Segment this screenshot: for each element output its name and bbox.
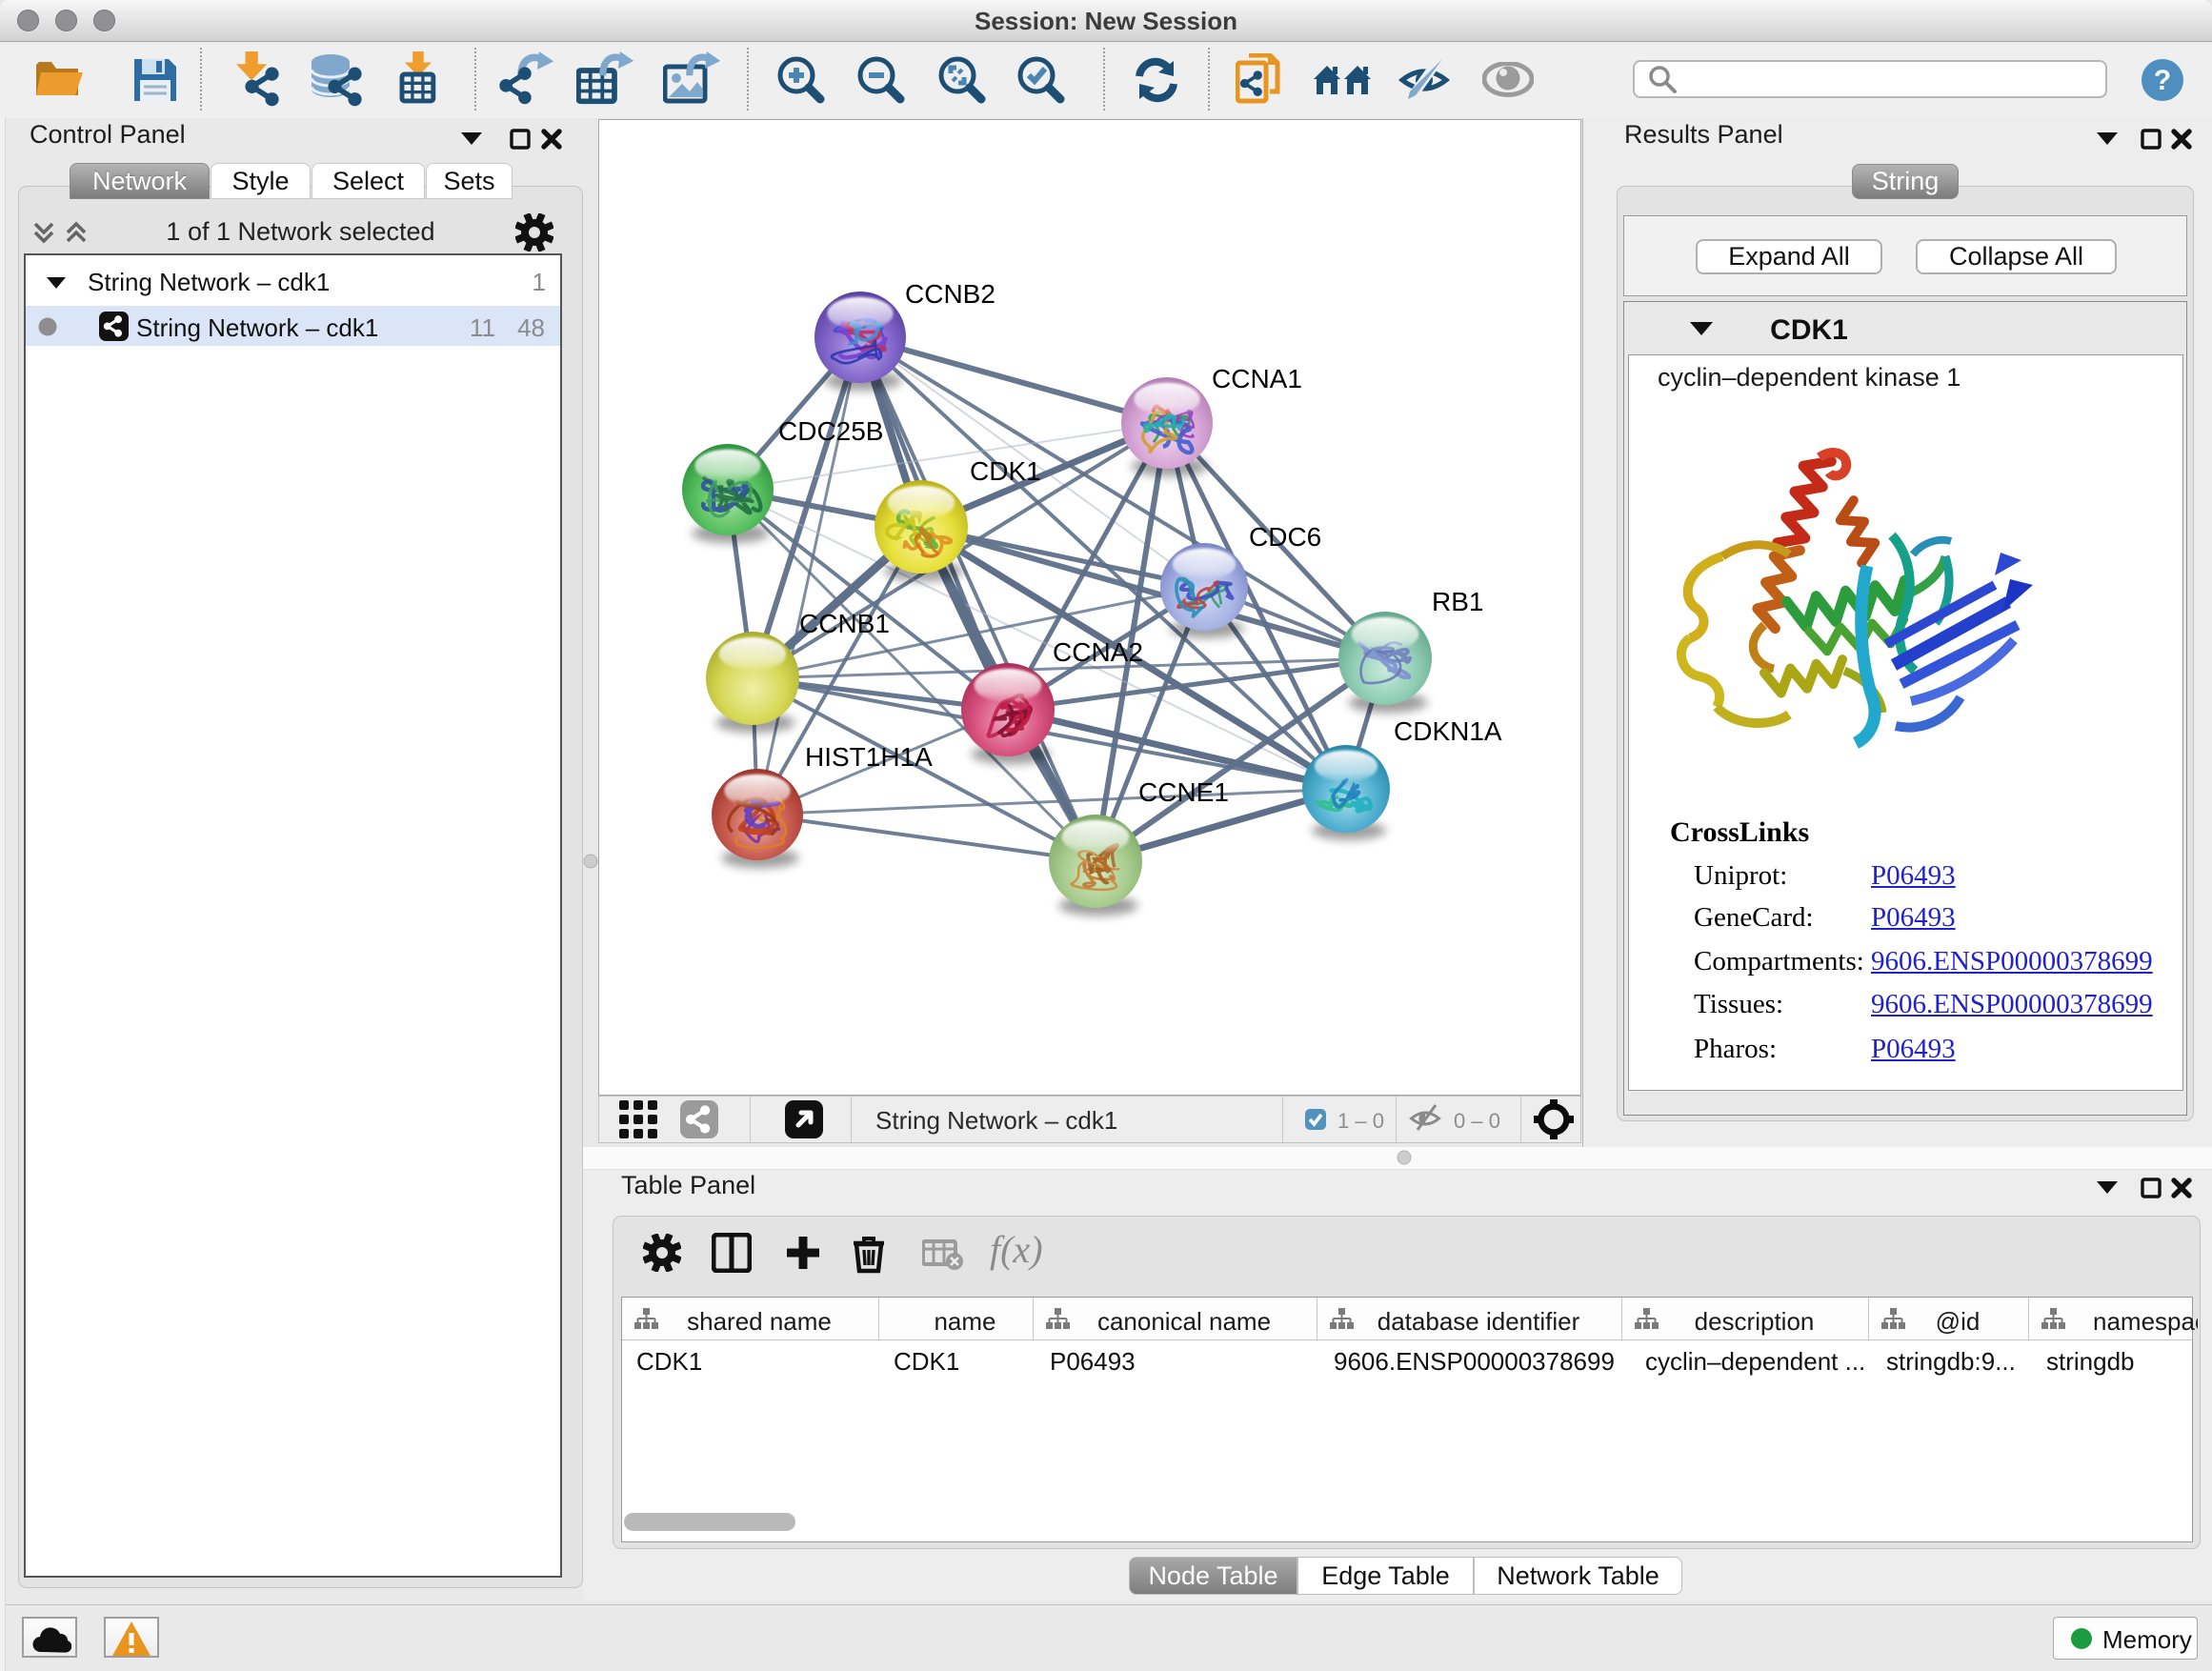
svg-text:CCNE1: CCNE1 (1138, 777, 1229, 807)
svg-text:CCNB2: CCNB2 (905, 279, 995, 309)
svg-text:CCNA1: CCNA1 (1212, 364, 1302, 393)
svg-text:CDC6: CDC6 (1249, 522, 1321, 552)
svg-text:CDKN1A: CDKN1A (1394, 716, 1502, 746)
svg-text:CDK1: CDK1 (970, 456, 1041, 486)
svg-text:?: ? (2154, 65, 2171, 96)
svg-text:CCNB1: CCNB1 (799, 609, 890, 638)
svg-text:CDC25B: CDC25B (778, 416, 883, 446)
svg-text:RB1: RB1 (1432, 587, 1483, 616)
svg-text:CCNA2: CCNA2 (1053, 637, 1143, 667)
svg-text:HIST1H1A: HIST1H1A (805, 742, 933, 772)
